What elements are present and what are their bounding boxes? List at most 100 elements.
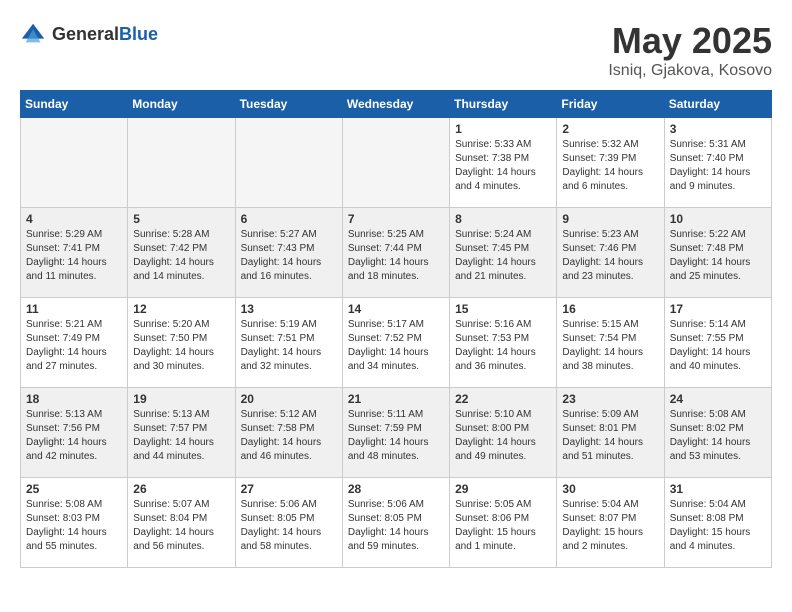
col-wednesday: Wednesday xyxy=(342,91,449,118)
calendar-week-3: 11Sunrise: 5:21 AMSunset: 7:49 PMDayligh… xyxy=(21,298,772,388)
day-number: 18 xyxy=(26,392,122,406)
day-info: Sunrise: 5:19 AMSunset: 7:51 PMDaylight:… xyxy=(241,318,337,374)
calendar-cell: 5 Sunrise: 5:28 AMSunset: 7:42 PMDaylight… xyxy=(128,208,235,298)
calendar-week-2: 4Sunrise: 5:29 AMSunset: 7:41 PMDaylight… xyxy=(21,208,772,298)
day-info: Sunrise: 5:04 AMSunset: 8:07 PMDaylight:… xyxy=(562,498,658,554)
col-tuesday: Tuesday xyxy=(235,91,342,118)
day-info: Sunrise: 5:14 AMSunset: 7:55 PMDaylight:… xyxy=(670,318,766,374)
calendar-cell: 30 Sunrise: 5:04 AMSunset: 8:07 PMDayligh… xyxy=(557,478,664,568)
calendar-cell xyxy=(342,118,449,208)
day-number: 12 xyxy=(133,302,229,316)
day-number: 27 xyxy=(241,482,337,496)
day-info: Sunrise: 5:13 AMSunset: 7:56 PMDaylight:… xyxy=(26,408,122,464)
calendar-cell: 31Sunrise: 5:04 AMSunset: 8:08 PMDayligh… xyxy=(664,478,771,568)
calendar-cell: 2 Sunrise: 5:32 AMSunset: 7:39 PMDaylight… xyxy=(557,118,664,208)
calendar-week-1: 1 Sunrise: 5:33 AMSunset: 7:38 PMDaylight… xyxy=(21,118,772,208)
day-number: 25 xyxy=(26,482,122,496)
month-title: May 2025 xyxy=(608,20,772,62)
day-number: 9 xyxy=(562,212,658,226)
calendar-cell: 6 Sunrise: 5:27 AMSunset: 7:43 PMDaylight… xyxy=(235,208,342,298)
day-info: Sunrise: 5:24 AMSunset: 7:45 PMDaylight:… xyxy=(455,228,551,284)
day-number: 5 xyxy=(133,212,229,226)
day-info: Sunrise: 5:28 AMSunset: 7:42 PMDaylight:… xyxy=(133,228,229,284)
day-info: Sunrise: 5:13 AMSunset: 7:57 PMDaylight:… xyxy=(133,408,229,464)
col-monday: Monday xyxy=(128,91,235,118)
col-thursday: Thursday xyxy=(450,91,557,118)
location: Isniq, Gjakova, Kosovo xyxy=(608,62,772,80)
day-number: 6 xyxy=(241,212,337,226)
day-info: Sunrise: 5:15 AMSunset: 7:54 PMDaylight:… xyxy=(562,318,658,374)
day-info: Sunrise: 5:23 AMSunset: 7:46 PMDaylight:… xyxy=(562,228,658,284)
calendar-cell: 29Sunrise: 5:05 AMSunset: 8:06 PMDayligh… xyxy=(450,478,557,568)
calendar-cell: 14 Sunrise: 5:17 AMSunset: 7:52 PMDayligh… xyxy=(342,298,449,388)
calendar-table: Sunday Monday Tuesday Wednesday Thursday… xyxy=(20,90,772,568)
day-info: Sunrise: 5:33 AMSunset: 7:38 PMDaylight:… xyxy=(455,138,551,194)
day-number: 1 xyxy=(455,122,551,136)
day-number: 17 xyxy=(670,302,766,316)
calendar-cell: 12 Sunrise: 5:20 AMSunset: 7:50 PMDayligh… xyxy=(128,298,235,388)
day-number: 4 xyxy=(26,212,122,226)
calendar-cell: 25 Sunrise: 5:08 AMSunset: 8:03 PMDayligh… xyxy=(21,478,128,568)
day-number: 10 xyxy=(670,212,766,226)
day-number: 2 xyxy=(562,122,658,136)
calendar-cell: 27 Sunrise: 5:06 AMSunset: 8:05 PMDayligh… xyxy=(235,478,342,568)
day-number: 8 xyxy=(455,212,551,226)
day-info: Sunrise: 5:07 AMSunset: 8:04 PMDaylight:… xyxy=(133,498,229,554)
calendar-cell: 28Sunrise: 5:06 AMSunset: 8:05 PMDayligh… xyxy=(342,478,449,568)
page-header: GeneralBlue May 2025 Isniq, Gjakova, Kos… xyxy=(20,20,772,80)
calendar-cell: 7Sunrise: 5:25 AMSunset: 7:44 PMDaylight… xyxy=(342,208,449,298)
day-number: 15 xyxy=(455,302,551,316)
day-number: 26 xyxy=(133,482,229,496)
day-info: Sunrise: 5:32 AMSunset: 7:39 PMDaylight:… xyxy=(562,138,658,194)
col-saturday: Saturday xyxy=(664,91,771,118)
calendar-cell: 10 Sunrise: 5:22 AMSunset: 7:48 PMDayligh… xyxy=(664,208,771,298)
calendar-cell: 13 Sunrise: 5:19 AMSunset: 7:51 PMDayligh… xyxy=(235,298,342,388)
day-number: 31 xyxy=(670,482,766,496)
calendar-cell: 24Sunrise: 5:08 AMSunset: 8:02 PMDayligh… xyxy=(664,388,771,478)
day-info: Sunrise: 5:20 AMSunset: 7:50 PMDaylight:… xyxy=(133,318,229,374)
day-number: 7 xyxy=(348,212,444,226)
day-info: Sunrise: 5:11 AMSunset: 7:59 PMDaylight:… xyxy=(348,408,444,464)
calendar-cell: 1 Sunrise: 5:33 AMSunset: 7:38 PMDaylight… xyxy=(450,118,557,208)
day-info: Sunrise: 5:27 AMSunset: 7:43 PMDaylight:… xyxy=(241,228,337,284)
day-number: 23 xyxy=(562,392,658,406)
col-sunday: Sunday xyxy=(21,91,128,118)
calendar-cell: 16 Sunrise: 5:15 AMSunset: 7:54 PMDayligh… xyxy=(557,298,664,388)
day-number: 30 xyxy=(562,482,658,496)
logo-icon xyxy=(20,20,48,48)
calendar-cell xyxy=(21,118,128,208)
day-info: Sunrise: 5:06 AMSunset: 8:05 PMDaylight:… xyxy=(241,498,337,554)
calendar-week-4: 18 Sunrise: 5:13 AMSunset: 7:56 PMDayligh… xyxy=(21,388,772,478)
title-block: May 2025 Isniq, Gjakova, Kosovo xyxy=(608,20,772,80)
day-info: Sunrise: 5:21 AMSunset: 7:49 PMDaylight:… xyxy=(26,318,122,374)
day-number: 13 xyxy=(241,302,337,316)
calendar-cell: 4Sunrise: 5:29 AMSunset: 7:41 PMDaylight… xyxy=(21,208,128,298)
calendar-cell: 8 Sunrise: 5:24 AMSunset: 7:45 PMDaylight… xyxy=(450,208,557,298)
day-number: 19 xyxy=(133,392,229,406)
day-info: Sunrise: 5:31 AMSunset: 7:40 PMDaylight:… xyxy=(670,138,766,194)
calendar-cell: 15Sunrise: 5:16 AMSunset: 7:53 PMDayligh… xyxy=(450,298,557,388)
calendar-cell: 23 Sunrise: 5:09 AMSunset: 8:01 PMDayligh… xyxy=(557,388,664,478)
logo-text: GeneralBlue xyxy=(52,24,158,45)
day-number: 3 xyxy=(670,122,766,136)
day-number: 16 xyxy=(562,302,658,316)
calendar-cell: 26 Sunrise: 5:07 AMSunset: 8:04 PMDayligh… xyxy=(128,478,235,568)
calendar-cell: 11Sunrise: 5:21 AMSunset: 7:49 PMDayligh… xyxy=(21,298,128,388)
day-info: Sunrise: 5:08 AMSunset: 8:03 PMDaylight:… xyxy=(26,498,122,554)
day-number: 20 xyxy=(241,392,337,406)
calendar-cell: 20 Sunrise: 5:12 AMSunset: 7:58 PMDayligh… xyxy=(235,388,342,478)
day-info: Sunrise: 5:09 AMSunset: 8:01 PMDaylight:… xyxy=(562,408,658,464)
calendar-cell xyxy=(128,118,235,208)
calendar-cell: 18 Sunrise: 5:13 AMSunset: 7:56 PMDayligh… xyxy=(21,388,128,478)
day-info: Sunrise: 5:17 AMSunset: 7:52 PMDaylight:… xyxy=(348,318,444,374)
day-number: 14 xyxy=(348,302,444,316)
logo-blue: Blue xyxy=(119,24,158,44)
col-friday: Friday xyxy=(557,91,664,118)
day-info: Sunrise: 5:06 AMSunset: 8:05 PMDaylight:… xyxy=(348,498,444,554)
calendar-cell: 21Sunrise: 5:11 AMSunset: 7:59 PMDayligh… xyxy=(342,388,449,478)
calendar-cell: 17 Sunrise: 5:14 AMSunset: 7:55 PMDayligh… xyxy=(664,298,771,388)
calendar-cell xyxy=(235,118,342,208)
day-info: Sunrise: 5:12 AMSunset: 7:58 PMDaylight:… xyxy=(241,408,337,464)
calendar-cell: 22Sunrise: 5:10 AMSunset: 8:00 PMDayligh… xyxy=(450,388,557,478)
day-info: Sunrise: 5:22 AMSunset: 7:48 PMDaylight:… xyxy=(670,228,766,284)
